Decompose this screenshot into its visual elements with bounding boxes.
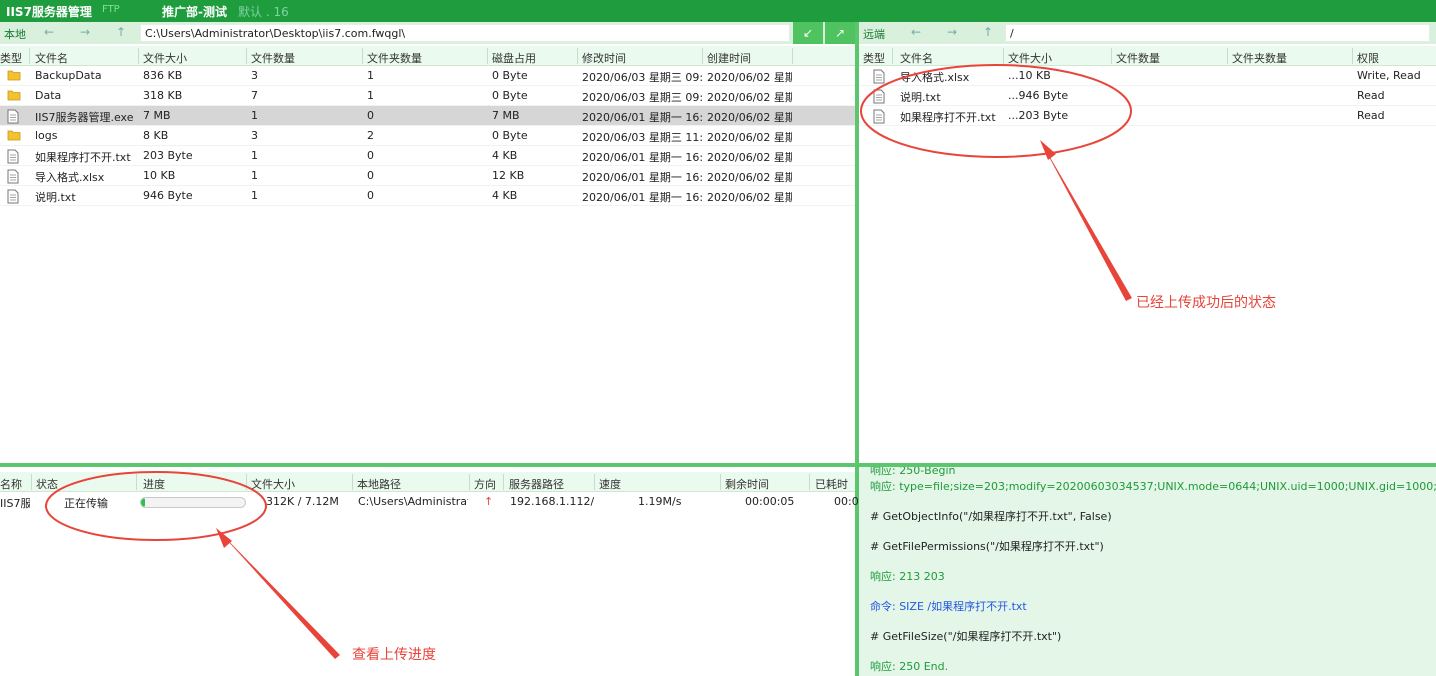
- annotation-ellipse-remote: [860, 64, 1132, 158]
- annotation-arrowhead-icon: [1040, 140, 1056, 160]
- annotation-arrow-progress: [216, 528, 340, 659]
- annotation-arrow-remote: [1040, 140, 1132, 301]
- annotation-upload-done: 已经上传成功后的状态: [1136, 295, 1276, 311]
- annotation-check-progress: 查看上传进度: [352, 647, 436, 663]
- annotation-ellipse-progress: [45, 471, 267, 541]
- annotation-overlay: [45, 64, 1132, 659]
